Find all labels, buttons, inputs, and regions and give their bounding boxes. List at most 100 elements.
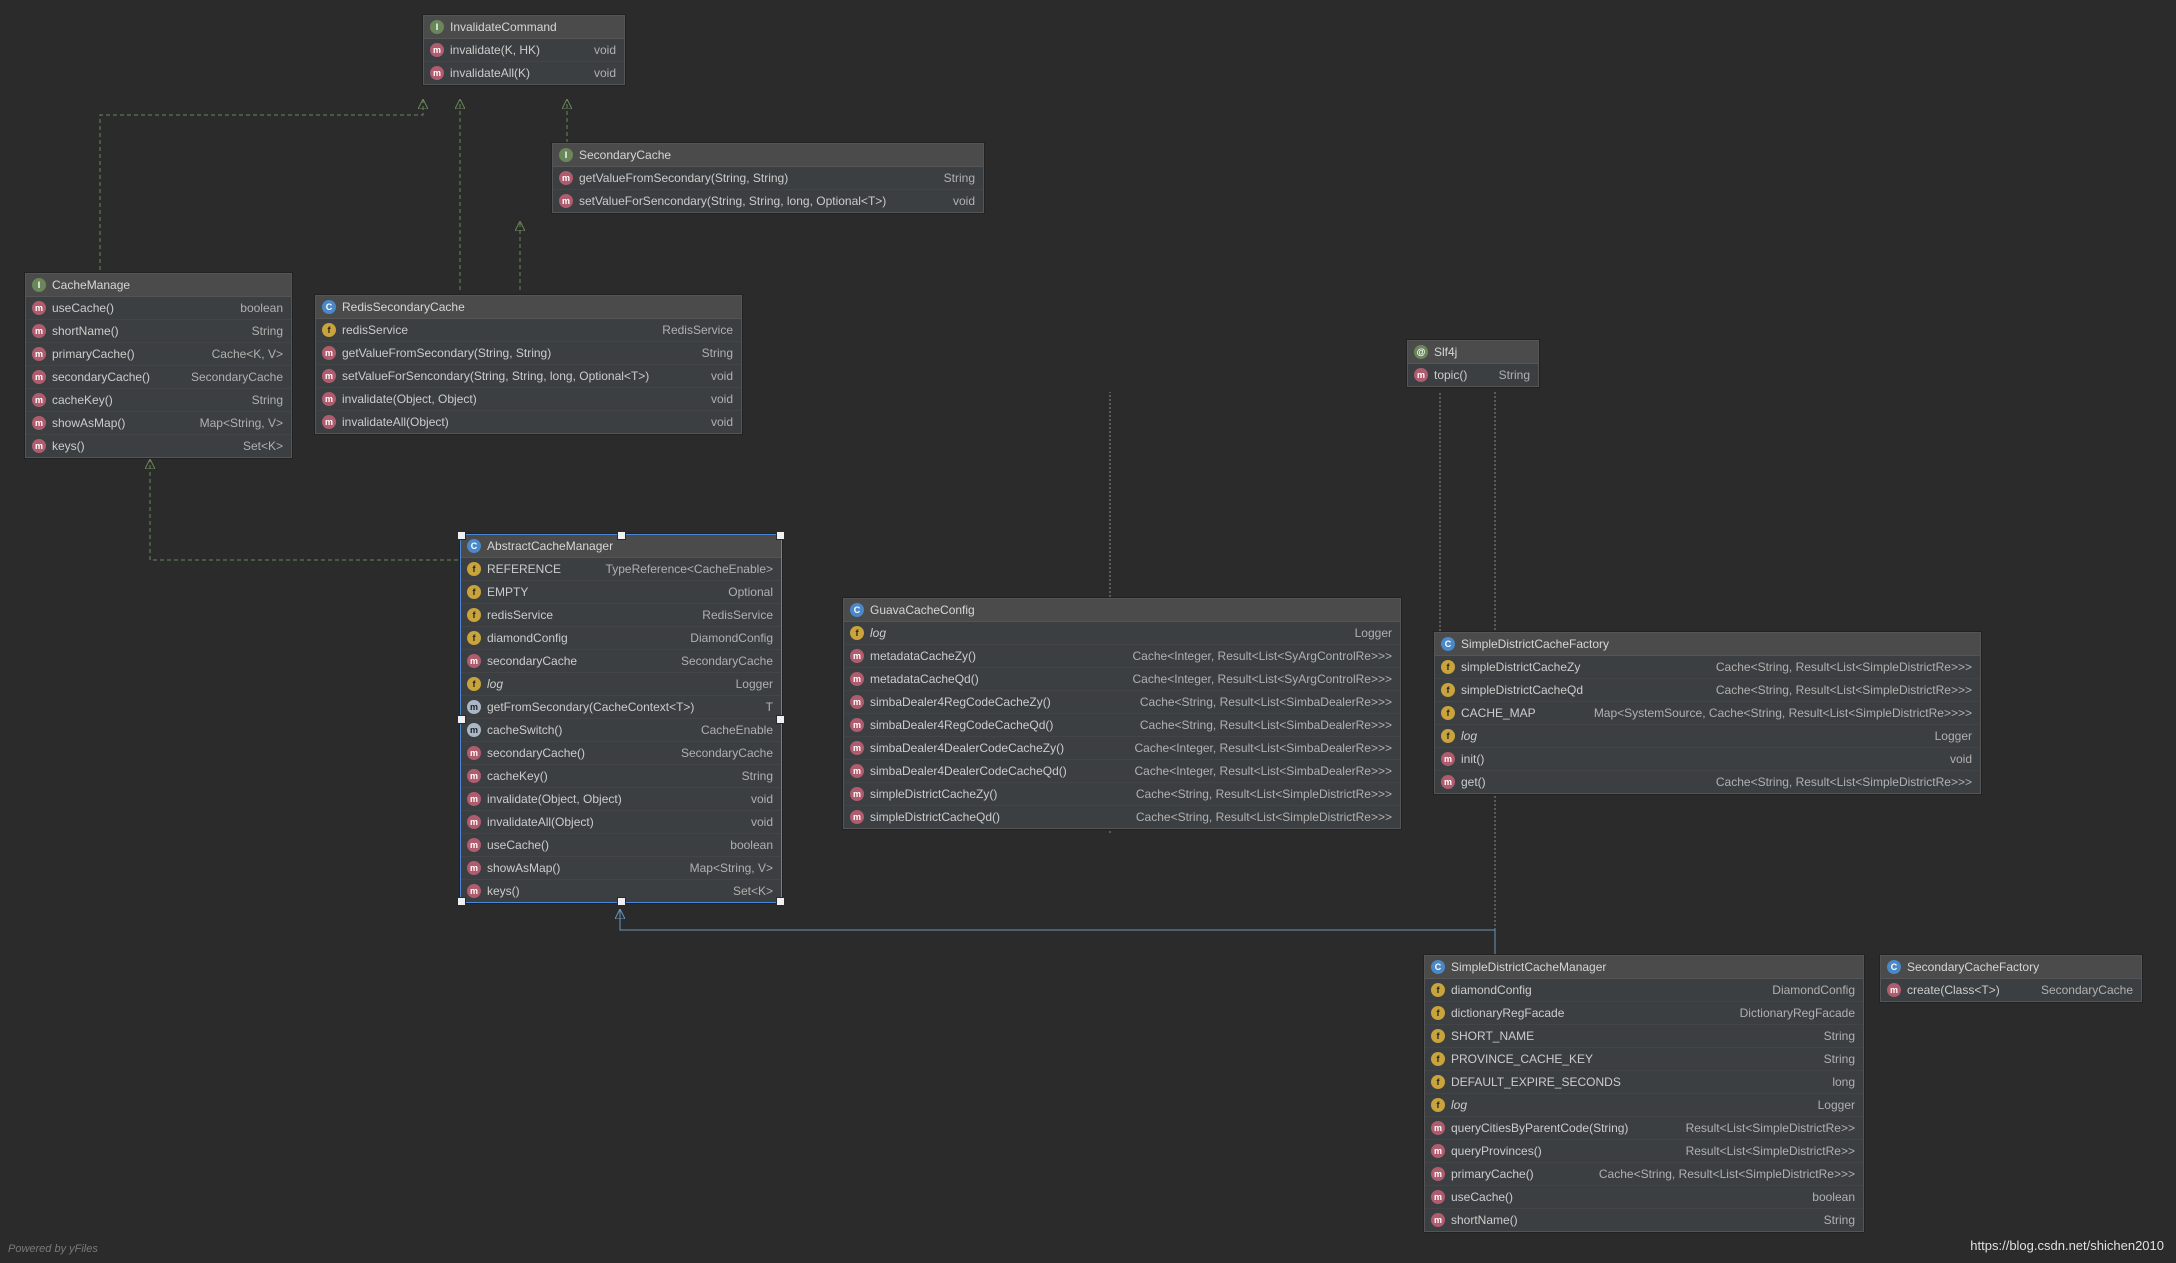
member-row[interactable]: mshortName()String — [1425, 1208, 1863, 1231]
member-row[interactable]: mgetFromSecondary(CacheContext<T>)T — [461, 695, 781, 718]
selection-handle[interactable] — [617, 531, 626, 540]
member-row[interactable]: mgetValueFromSecondary(String, String)St… — [553, 167, 983, 189]
uml-secondary-cache[interactable]: I SecondaryCache mgetValueFromSecondary(… — [552, 143, 984, 213]
member-row[interactable]: fdiamondConfigDiamondConfig — [1425, 979, 1863, 1001]
member-row[interactable]: flogLogger — [461, 672, 781, 695]
member-row[interactable]: msimbaDealer4DealerCodeCacheQd()Cache<In… — [844, 759, 1400, 782]
member-type: long — [1832, 1075, 1855, 1089]
member-row[interactable]: mkeys()Set<K> — [26, 434, 291, 457]
uml-secondary-cache-factory[interactable]: C SecondaryCacheFactory mcreate(Class<T>… — [1880, 955, 2142, 1002]
member-row[interactable]: minvalidate(Object, Object)void — [461, 787, 781, 810]
member-row[interactable]: mprimaryCache()Cache<K, V> — [26, 342, 291, 365]
member-type: String — [1824, 1029, 1855, 1043]
member-name: log — [870, 626, 1349, 640]
selection-handle[interactable] — [457, 715, 466, 724]
member-row[interactable]: fDEFAULT_EXPIRE_SECONDSlong — [1425, 1070, 1863, 1093]
member-row[interactable]: fREFERENCETypeReference<CacheEnable> — [461, 558, 781, 580]
member-row[interactable]: fdiamondConfigDiamondConfig — [461, 626, 781, 649]
member-row[interactable]: msecondaryCache()SecondaryCache — [461, 741, 781, 764]
member-type: Logger — [1355, 626, 1392, 640]
member-row[interactable]: mqueryCitiesByParentCode(String)Result<L… — [1425, 1116, 1863, 1139]
member-row[interactable]: mmetadataCacheQd()Cache<Integer, Result<… — [844, 667, 1400, 690]
member-row[interactable]: fredisServiceRedisService — [316, 319, 741, 341]
member-row[interactable]: flogLogger — [844, 622, 1400, 644]
method-icon: m — [1431, 1121, 1445, 1135]
member-row[interactable]: msecondaryCache()SecondaryCache — [26, 365, 291, 388]
member-type: SecondaryCache — [681, 654, 773, 668]
member-row[interactable]: fsimpleDistrictCacheQdCache<String, Resu… — [1435, 678, 1980, 701]
member-row[interactable]: flogLogger — [1425, 1093, 1863, 1116]
uml-abstract-cache-manager[interactable]: C AbstractCacheManager fREFERENCETypeRef… — [460, 534, 782, 903]
member-row[interactable]: msimpleDistrictCacheZy()Cache<String, Re… — [844, 782, 1400, 805]
uml-invalidate-command[interactable]: I InvalidateCommand minvalidate(K, HK)vo… — [423, 15, 625, 85]
member-type: String — [742, 769, 773, 783]
member-row[interactable]: mshowAsMap()Map<String, V> — [26, 411, 291, 434]
member-row[interactable]: fdictionaryRegFacadeDictionaryRegFacade — [1425, 1001, 1863, 1024]
member-row[interactable]: museCache()boolean — [26, 297, 291, 319]
class-title: C SimpleDistrictCacheFactory — [1435, 633, 1980, 656]
member-name: secondaryCache() — [52, 370, 185, 384]
member-name: primaryCache() — [1451, 1167, 1593, 1181]
member-name: metadataCacheQd() — [870, 672, 1127, 686]
method-icon: m — [467, 861, 481, 875]
member-row[interactable]: mcacheKey()String — [26, 388, 291, 411]
member-row[interactable]: mmetadataCacheZy()Cache<Integer, Result<… — [844, 644, 1400, 667]
uml-simple-district-cache-manager[interactable]: C SimpleDistrictCacheManager fdiamondCon… — [1424, 955, 1864, 1232]
member-row[interactable]: fredisServiceRedisService — [461, 603, 781, 626]
member-row[interactable]: minvalidateAll(Object)void — [461, 810, 781, 833]
member-row[interactable]: minvalidateAll(K)void — [424, 61, 624, 84]
member-row[interactable]: minit()void — [1435, 747, 1980, 770]
selection-handle[interactable] — [617, 897, 626, 906]
member-row[interactable]: fEMPTYOptional — [461, 580, 781, 603]
member-name: log — [1461, 729, 1929, 743]
selection-handle[interactable] — [457, 531, 466, 540]
member-type: Cache<String, Result<List<SimpleDistrict… — [1136, 810, 1392, 824]
member-row[interactable]: minvalidateAll(Object)void — [316, 410, 741, 433]
member-row[interactable]: mgetValueFromSecondary(String, String)St… — [316, 341, 741, 364]
watermark-url: https://blog.csdn.net/shichen2010 — [1970, 1238, 2164, 1253]
method-icon: m — [322, 346, 336, 360]
method-icon: m — [467, 746, 481, 760]
member-row[interactable]: mcacheSwitch()CacheEnable — [461, 718, 781, 741]
member-row[interactable]: mshowAsMap()Map<String, V> — [461, 856, 781, 879]
member-row[interactable]: msimpleDistrictCacheQd()Cache<String, Re… — [844, 805, 1400, 828]
uml-guava-cache-config[interactable]: C GuavaCacheConfig flogLoggermmetadataCa… — [843, 598, 1401, 829]
member-row[interactable]: mqueryProvinces()Result<List<SimpleDistr… — [1425, 1139, 1863, 1162]
member-row[interactable]: mtopic()String — [1408, 364, 1538, 386]
class-icon: C — [1887, 960, 1901, 974]
member-row[interactable]: fCACHE_MAPMap<SystemSource, Cache<String… — [1435, 701, 1980, 724]
method-icon: m — [850, 695, 864, 709]
member-row[interactable]: mprimaryCache()Cache<String, Result<List… — [1425, 1162, 1863, 1185]
uml-cache-manage[interactable]: I CacheManage museCache()booleanmshortNa… — [25, 273, 292, 458]
member-row[interactable]: msimbaDealer4DealerCodeCacheZy()Cache<In… — [844, 736, 1400, 759]
member-row[interactable]: fSHORT_NAMEString — [1425, 1024, 1863, 1047]
member-row[interactable]: msimbaDealer4RegCodeCacheQd()Cache<Strin… — [844, 713, 1400, 736]
selection-handle[interactable] — [776, 715, 785, 724]
selection-handle[interactable] — [776, 897, 785, 906]
member-row[interactable]: mshortName()String — [26, 319, 291, 342]
member-row[interactable]: msimbaDealer4RegCodeCacheZy()Cache<Strin… — [844, 690, 1400, 713]
member-row[interactable]: minvalidate(Object, Object)void — [316, 387, 741, 410]
member-type: void — [751, 792, 773, 806]
uml-slf4j[interactable]: @ Slf4j mtopic()String — [1407, 340, 1539, 387]
member-type: void — [711, 392, 733, 406]
member-row[interactable]: mcacheKey()String — [461, 764, 781, 787]
class-icon: C — [467, 539, 481, 553]
selection-handle[interactable] — [457, 897, 466, 906]
member-row[interactable]: msetValueForSencondary(String, String, l… — [553, 189, 983, 212]
member-row[interactable]: mget()Cache<String, Result<List<SimpleDi… — [1435, 770, 1980, 793]
member-row[interactable]: museCache()boolean — [1425, 1185, 1863, 1208]
selection-handle[interactable] — [776, 531, 785, 540]
member-row[interactable]: flogLogger — [1435, 724, 1980, 747]
uml-redis-secondary-cache[interactable]: C RedisSecondaryCache fredisServiceRedis… — [315, 295, 742, 434]
member-row[interactable]: fsimpleDistrictCacheZyCache<String, Resu… — [1435, 656, 1980, 678]
member-row[interactable]: museCache()boolean — [461, 833, 781, 856]
member-row[interactable]: fPROVINCE_CACHE_KEYString — [1425, 1047, 1863, 1070]
member-row[interactable]: minvalidate(K, HK)void — [424, 39, 624, 61]
static-icon: f — [1431, 1052, 1445, 1066]
member-row[interactable]: msecondaryCacheSecondaryCache — [461, 649, 781, 672]
uml-simple-district-cache-factory[interactable]: C SimpleDistrictCacheFactory fsimpleDist… — [1434, 632, 1981, 794]
class-title: C SecondaryCacheFactory — [1881, 956, 2141, 979]
member-row[interactable]: mcreate(Class<T>)SecondaryCache — [1881, 979, 2141, 1001]
member-row[interactable]: msetValueForSencondary(String, String, l… — [316, 364, 741, 387]
